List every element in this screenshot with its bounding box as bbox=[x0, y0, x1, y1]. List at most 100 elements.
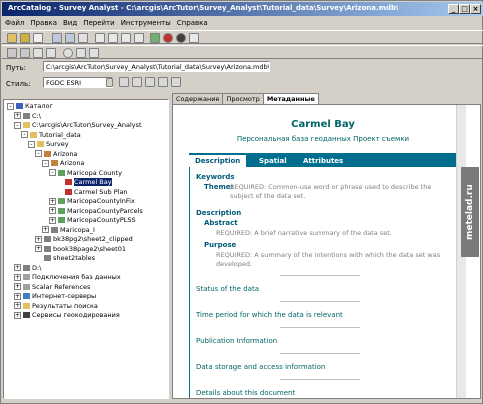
launch-arcmap-icon[interactable] bbox=[150, 33, 160, 43]
tab-metadata[interactable]: Метаданные bbox=[262, 93, 319, 104]
expand-icon[interactable]: + bbox=[14, 292, 21, 300]
collapse-icon[interactable]: - bbox=[7, 102, 14, 110]
collapse-icon[interactable]: - bbox=[14, 121, 21, 129]
paste-icon[interactable] bbox=[65, 33, 75, 43]
copy-icon[interactable] bbox=[52, 33, 62, 43]
section-details[interactable]: Details about this document bbox=[196, 389, 295, 397]
tree-item[interactable]: + Scalar References bbox=[14, 283, 90, 291]
tree-item[interactable]: + Сервисы геокодирования bbox=[14, 311, 120, 319]
tab-description[interactable]: Description bbox=[189, 155, 247, 167]
section-data-storage[interactable]: Data storage and access information bbox=[196, 363, 325, 371]
section-time-period[interactable]: Time period for which the data is releva… bbox=[196, 311, 343, 319]
import-icon[interactable] bbox=[33, 48, 43, 58]
search-icon[interactable] bbox=[176, 33, 186, 43]
tree-item[interactable]: + Подключения баз данных bbox=[14, 273, 121, 281]
minimize-button[interactable]: _ bbox=[448, 4, 459, 14]
expand-icon[interactable]: + bbox=[35, 235, 42, 243]
expand-icon[interactable]: + bbox=[14, 302, 21, 309]
style-dropdown[interactable]: FGDC ESRI bbox=[43, 77, 113, 88]
tree-item[interactable]: sheet2tables bbox=[35, 254, 95, 262]
menu-tools[interactable]: Инструменты bbox=[118, 17, 174, 29]
maximize-button[interactable]: □ bbox=[459, 4, 470, 14]
tree-item[interactable]: + MaricopaCountyInFix bbox=[49, 197, 135, 205]
expand-icon[interactable]: + bbox=[14, 311, 21, 319]
tree-item[interactable]: - C:\arcgis\ArcTutor\Survey_Analyst bbox=[14, 121, 142, 129]
tab-contents[interactable]: Содержание bbox=[172, 93, 224, 104]
tree-item[interactable]: - Survey bbox=[28, 140, 69, 148]
tree-item[interactable]: + MaricopaCountyParcels bbox=[49, 207, 143, 215]
tree-item[interactable]: + bk38pg2\sheet2_clipped bbox=[35, 235, 133, 243]
expand-icon[interactable]: + bbox=[35, 245, 42, 252]
edit-metadata-icon[interactable] bbox=[7, 48, 17, 58]
expand-icon[interactable]: + bbox=[14, 273, 21, 281]
info-icon[interactable] bbox=[63, 48, 73, 58]
thumbnails-icon[interactable] bbox=[134, 33, 144, 43]
expand-icon[interactable]: + bbox=[42, 226, 49, 233]
menu-go[interactable]: Перейти bbox=[80, 17, 118, 29]
title-bar[interactable]: ArcCatalog - Survey Analyst - C:\arcgis\… bbox=[2, 2, 483, 16]
description-heading[interactable]: Description bbox=[196, 209, 241, 217]
export-icon[interactable] bbox=[46, 48, 56, 58]
expand-icon[interactable]: + bbox=[49, 207, 56, 214]
menu-view[interactable]: Вид bbox=[60, 17, 80, 29]
collapse-icon[interactable]: - bbox=[49, 169, 56, 176]
tree-item[interactable]: Carmel Bay bbox=[56, 178, 112, 186]
style-tool-5-icon[interactable] bbox=[171, 77, 181, 87]
section-publication[interactable]: Publication Information bbox=[196, 337, 277, 345]
tree-item[interactable]: + Maricopa_I bbox=[42, 226, 95, 234]
menu-edit[interactable]: Правка bbox=[27, 17, 60, 29]
tab-attributes[interactable]: Attributes bbox=[297, 155, 349, 167]
collapse-icon[interactable]: - bbox=[35, 150, 42, 157]
expand-icon[interactable]: + bbox=[14, 112, 21, 119]
folder-icon bbox=[44, 236, 51, 242]
tree-item[interactable]: + D:\ bbox=[14, 264, 41, 272]
expand-icon[interactable]: + bbox=[49, 216, 56, 224]
tree-item[interactable]: - Maricopa County bbox=[49, 169, 122, 177]
tree-item[interactable]: Carmel Sub Plan bbox=[56, 188, 128, 196]
create-update-icon[interactable] bbox=[76, 48, 86, 58]
purpose-heading[interactable]: Purpose bbox=[204, 241, 236, 249]
section-status[interactable]: Status of the data bbox=[196, 285, 259, 293]
style-tool-2-icon[interactable] bbox=[132, 77, 142, 87]
tree-item[interactable]: - Arizona bbox=[35, 150, 77, 158]
help-pointer-icon[interactable] bbox=[189, 33, 199, 43]
menu-help[interactable]: Справка bbox=[174, 17, 211, 29]
tree-item[interactable]: + Результаты поиска bbox=[14, 302, 98, 310]
tree-item[interactable]: - Каталог bbox=[7, 102, 53, 110]
keywords-heading[interactable]: Keywords bbox=[196, 173, 235, 181]
tree-item[interactable]: + C:\ bbox=[14, 112, 41, 120]
abstract-heading[interactable]: Abstract bbox=[204, 219, 238, 227]
catalog-tree[interactable]: - Каталог + C:\ - C:\arcgis\ArcTutor\Survey_A… bbox=[3, 99, 169, 399]
folder-icon bbox=[23, 293, 30, 299]
menu-file[interactable]: Файл bbox=[2, 17, 27, 29]
style-tool-4-icon[interactable] bbox=[158, 77, 168, 87]
close-button[interactable]: × bbox=[470, 4, 481, 14]
up-folder-icon[interactable] bbox=[7, 33, 17, 43]
tree-item[interactable]: + Интернет-серверы bbox=[14, 292, 96, 300]
style-tool-3-icon[interactable] bbox=[145, 77, 155, 87]
large-icons-icon[interactable] bbox=[95, 33, 105, 43]
style-tool-1-icon[interactable] bbox=[119, 77, 129, 87]
arctoolbox-icon[interactable] bbox=[163, 33, 173, 43]
details-icon[interactable] bbox=[121, 33, 131, 43]
expand-icon[interactable]: + bbox=[14, 264, 21, 271]
list-icon[interactable] bbox=[108, 33, 118, 43]
delete-icon[interactable] bbox=[78, 33, 88, 43]
path-field[interactable]: C:\arcgis\ArcTutor\Survey_Analyst\Tutori… bbox=[43, 61, 270, 72]
style-dropdown-arrow-icon[interactable] bbox=[106, 78, 113, 87]
collapse-icon[interactable]: - bbox=[28, 140, 35, 148]
tree-item[interactable]: - Tutorial_data bbox=[21, 131, 81, 139]
tab-preview[interactable]: Просмотр bbox=[222, 93, 264, 104]
tab-spatial[interactable]: Spatial bbox=[253, 155, 293, 167]
tree-item[interactable]: - Arizona bbox=[42, 159, 84, 167]
tree-item[interactable]: + MaricopaCountyPLSS bbox=[49, 216, 136, 224]
properties-icon[interactable] bbox=[20, 48, 30, 58]
expand-icon[interactable]: + bbox=[49, 197, 56, 205]
collapse-icon[interactable]: - bbox=[42, 159, 49, 167]
expand-icon[interactable]: + bbox=[14, 283, 21, 290]
collapse-icon[interactable]: - bbox=[21, 131, 28, 138]
print-icon[interactable] bbox=[89, 48, 99, 58]
connect-folder-icon[interactable] bbox=[20, 33, 30, 43]
disconnect-folder-icon[interactable] bbox=[33, 33, 43, 43]
tree-item[interactable]: + book38page2\sheet01 bbox=[35, 245, 126, 253]
